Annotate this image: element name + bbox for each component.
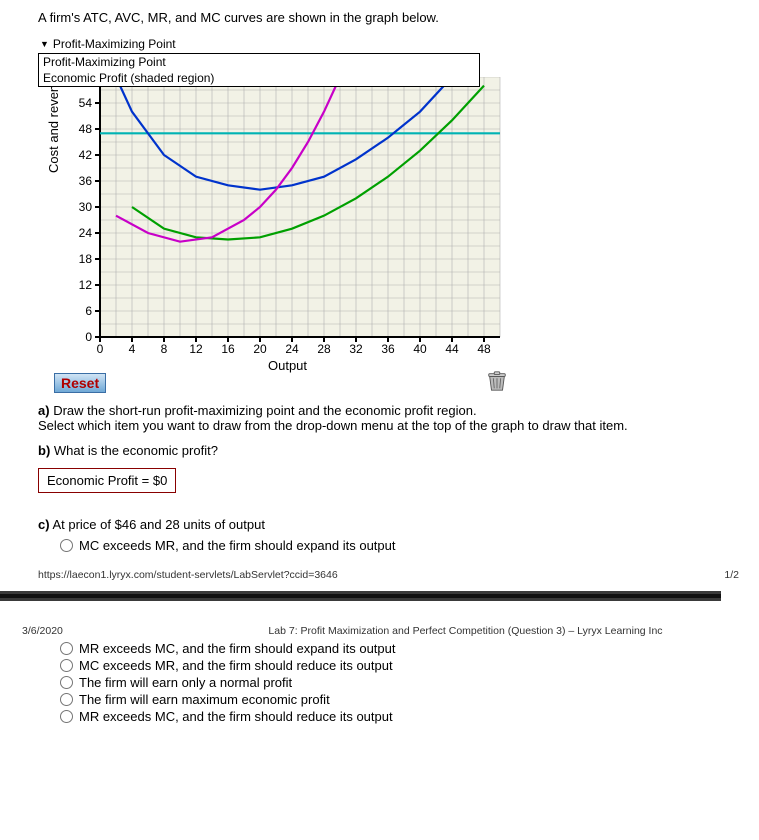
radio-c6[interactable] (60, 710, 73, 723)
option-label: MR exceeds MC, and the firm should reduc… (79, 709, 393, 724)
economic-profit-box[interactable]: Economic Profit = $0 (38, 468, 176, 493)
svg-text:48: 48 (477, 342, 491, 356)
part-a-line1: Draw the short-run profit-maximizing poi… (53, 403, 476, 418)
svg-text:18: 18 (79, 252, 93, 266)
caret-down-icon: ▼ (40, 39, 49, 49)
svg-text:12: 12 (79, 278, 93, 292)
chart-container: Cost and revenues Output MR AVC MC 04812… (38, 53, 518, 393)
option-label: The firm will earn maximum economic prof… (79, 692, 330, 707)
svg-text:0: 0 (85, 330, 92, 344)
svg-text:24: 24 (285, 342, 299, 356)
part-c-prompt: At price of $46 and 28 units of output (52, 517, 264, 532)
part-a: a) Draw the short-run profit-maximizing … (38, 403, 759, 433)
svg-text:44: 44 (445, 342, 459, 356)
option-label: The firm will earn only a normal profit (79, 675, 292, 690)
svg-text:12: 12 (189, 342, 203, 356)
option-label: MR exceeds MC, and the firm should expan… (79, 641, 396, 656)
drawmode-dropdown-toggle[interactable]: ▼ Profit-Maximizing Point (38, 37, 178, 51)
svg-text:24: 24 (79, 226, 93, 240)
svg-text:36: 36 (79, 174, 93, 188)
svg-text:42: 42 (79, 148, 93, 162)
svg-text:16: 16 (221, 342, 235, 356)
option-label: MC exceeds MR, and the firm should expan… (79, 538, 396, 553)
part-b: b) What is the economic profit? (38, 443, 759, 458)
svg-text:48: 48 (79, 122, 93, 136)
option-label: MC exceeds MR, and the firm should reduc… (79, 658, 393, 673)
svg-text:36: 36 (381, 342, 395, 356)
svg-text:32: 32 (349, 342, 363, 356)
page-url: https://laecon1.lyryx.com/student-servle… (38, 569, 338, 581)
drawmode-option[interactable]: Economic Profit (shaded region) (39, 70, 479, 86)
chart-svg: 04812162024283236404448 0612182430364248… (38, 77, 518, 387)
trash-icon[interactable] (486, 369, 508, 393)
intro-text: A firm's ATC, AVC, MR, and MC curves are… (38, 10, 759, 25)
svg-text:20: 20 (253, 342, 267, 356)
part-c-label: c) (38, 517, 50, 532)
svg-text:54: 54 (79, 96, 93, 110)
option-row[interactable]: MC exceeds MR, and the firm should expan… (60, 538, 759, 553)
option-row[interactable]: MC exceeds MR, and the firm should reduc… (60, 658, 759, 673)
svg-text:4: 4 (129, 342, 136, 356)
svg-text:40: 40 (413, 342, 427, 356)
radio-c5[interactable] (60, 693, 73, 706)
option-row[interactable]: MR exceeds MC, and the firm should expan… (60, 641, 759, 656)
svg-text:8: 8 (161, 342, 168, 356)
part-c: c) At price of $46 and 28 units of outpu… (38, 517, 759, 532)
part-b-label: b) (38, 443, 50, 458)
drawmode-selected: Profit-Maximizing Point (53, 37, 176, 51)
part-a-line2: Select which item you want to draw from … (38, 418, 628, 433)
radio-c4[interactable] (60, 676, 73, 689)
part-b-prompt: What is the economic profit? (54, 443, 218, 458)
radio-c1[interactable] (60, 539, 73, 552)
option-row[interactable]: The firm will earn only a normal profit (60, 675, 759, 690)
page-number: 1/2 (724, 569, 739, 581)
page-title: Lab 7: Profit Maximization and Perfect C… (192, 625, 739, 637)
svg-text:6: 6 (85, 304, 92, 318)
option-row[interactable]: MR exceeds MC, and the firm should reduc… (60, 709, 759, 724)
svg-text:0: 0 (97, 342, 104, 356)
option-row[interactable]: The firm will earn maximum economic prof… (60, 692, 759, 707)
reset-button[interactable]: Reset (54, 373, 106, 393)
page-date: 3/6/2020 (22, 625, 192, 637)
svg-text:28: 28 (317, 342, 331, 356)
page-divider (0, 591, 721, 601)
drawmode-option[interactable]: Profit-Maximizing Point (39, 54, 479, 70)
radio-c3[interactable] (60, 659, 73, 672)
drawmode-dropdown-list[interactable]: Profit-Maximizing Point Economic Profit … (38, 53, 480, 87)
part-a-label: a) (38, 403, 50, 418)
svg-text:30: 30 (79, 200, 93, 214)
radio-c2[interactable] (60, 642, 73, 655)
